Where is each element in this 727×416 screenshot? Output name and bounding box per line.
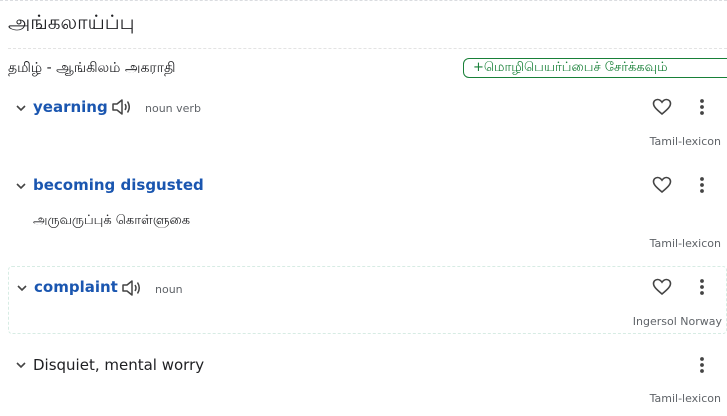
heart-outline-icon[interactable] xyxy=(652,98,672,116)
part-of-speech: noun xyxy=(155,283,183,296)
speaker-icon[interactable] xyxy=(110,97,132,117)
chevron-down-icon[interactable] xyxy=(15,102,27,114)
header-divider xyxy=(8,48,727,49)
chevron-down-icon[interactable] xyxy=(15,180,27,192)
list-item-disquiet: Disquiet, mental worry Tamil-lexicon xyxy=(8,344,727,412)
dictionary-title: தமிழ் - ஆங்கிலம் அகராதி xyxy=(8,60,176,76)
add-translation-button[interactable]: +மொழிபெயர்ப்பைச் சேர்க்கவும் xyxy=(463,58,727,78)
list-item-yearning: yearning noun verb Tamil-lexicon xyxy=(8,88,727,154)
list-item-becoming-disgusted: becoming disgusted அருவருப்புக் கொள்ளுகை… xyxy=(8,166,727,256)
source-label: Ingersol Norway xyxy=(632,315,722,328)
definition-text: அருவருப்புக் கொள்ளுகை xyxy=(33,213,191,228)
heart-outline-icon[interactable] xyxy=(652,176,672,194)
heart-outline-icon[interactable] xyxy=(652,278,672,296)
part-of-speech: noun verb xyxy=(145,102,201,115)
more-vert-icon[interactable] xyxy=(699,356,705,374)
chevron-down-icon[interactable] xyxy=(15,359,27,371)
chevron-down-icon[interactable] xyxy=(16,282,28,294)
top-divider xyxy=(0,0,727,1)
more-vert-icon[interactable] xyxy=(699,278,705,296)
term-text[interactable]: Disquiet, mental worry xyxy=(33,356,204,374)
speaker-icon[interactable] xyxy=(120,278,142,298)
list-item-complaint: complaint noun Ingersol Norway xyxy=(8,266,727,334)
source-label: Tamil-lexicon xyxy=(649,392,721,405)
term-link[interactable]: yearning xyxy=(33,98,108,116)
term-link[interactable]: becoming disgusted xyxy=(33,176,204,194)
page-title: அங்கலாய்ப்பு xyxy=(8,10,135,34)
more-vert-icon[interactable] xyxy=(699,98,705,116)
term-link[interactable]: complaint xyxy=(34,278,118,296)
more-vert-icon[interactable] xyxy=(699,176,705,194)
source-label: Tamil-lexicon xyxy=(649,237,721,250)
source-label: Tamil-lexicon xyxy=(649,135,721,148)
